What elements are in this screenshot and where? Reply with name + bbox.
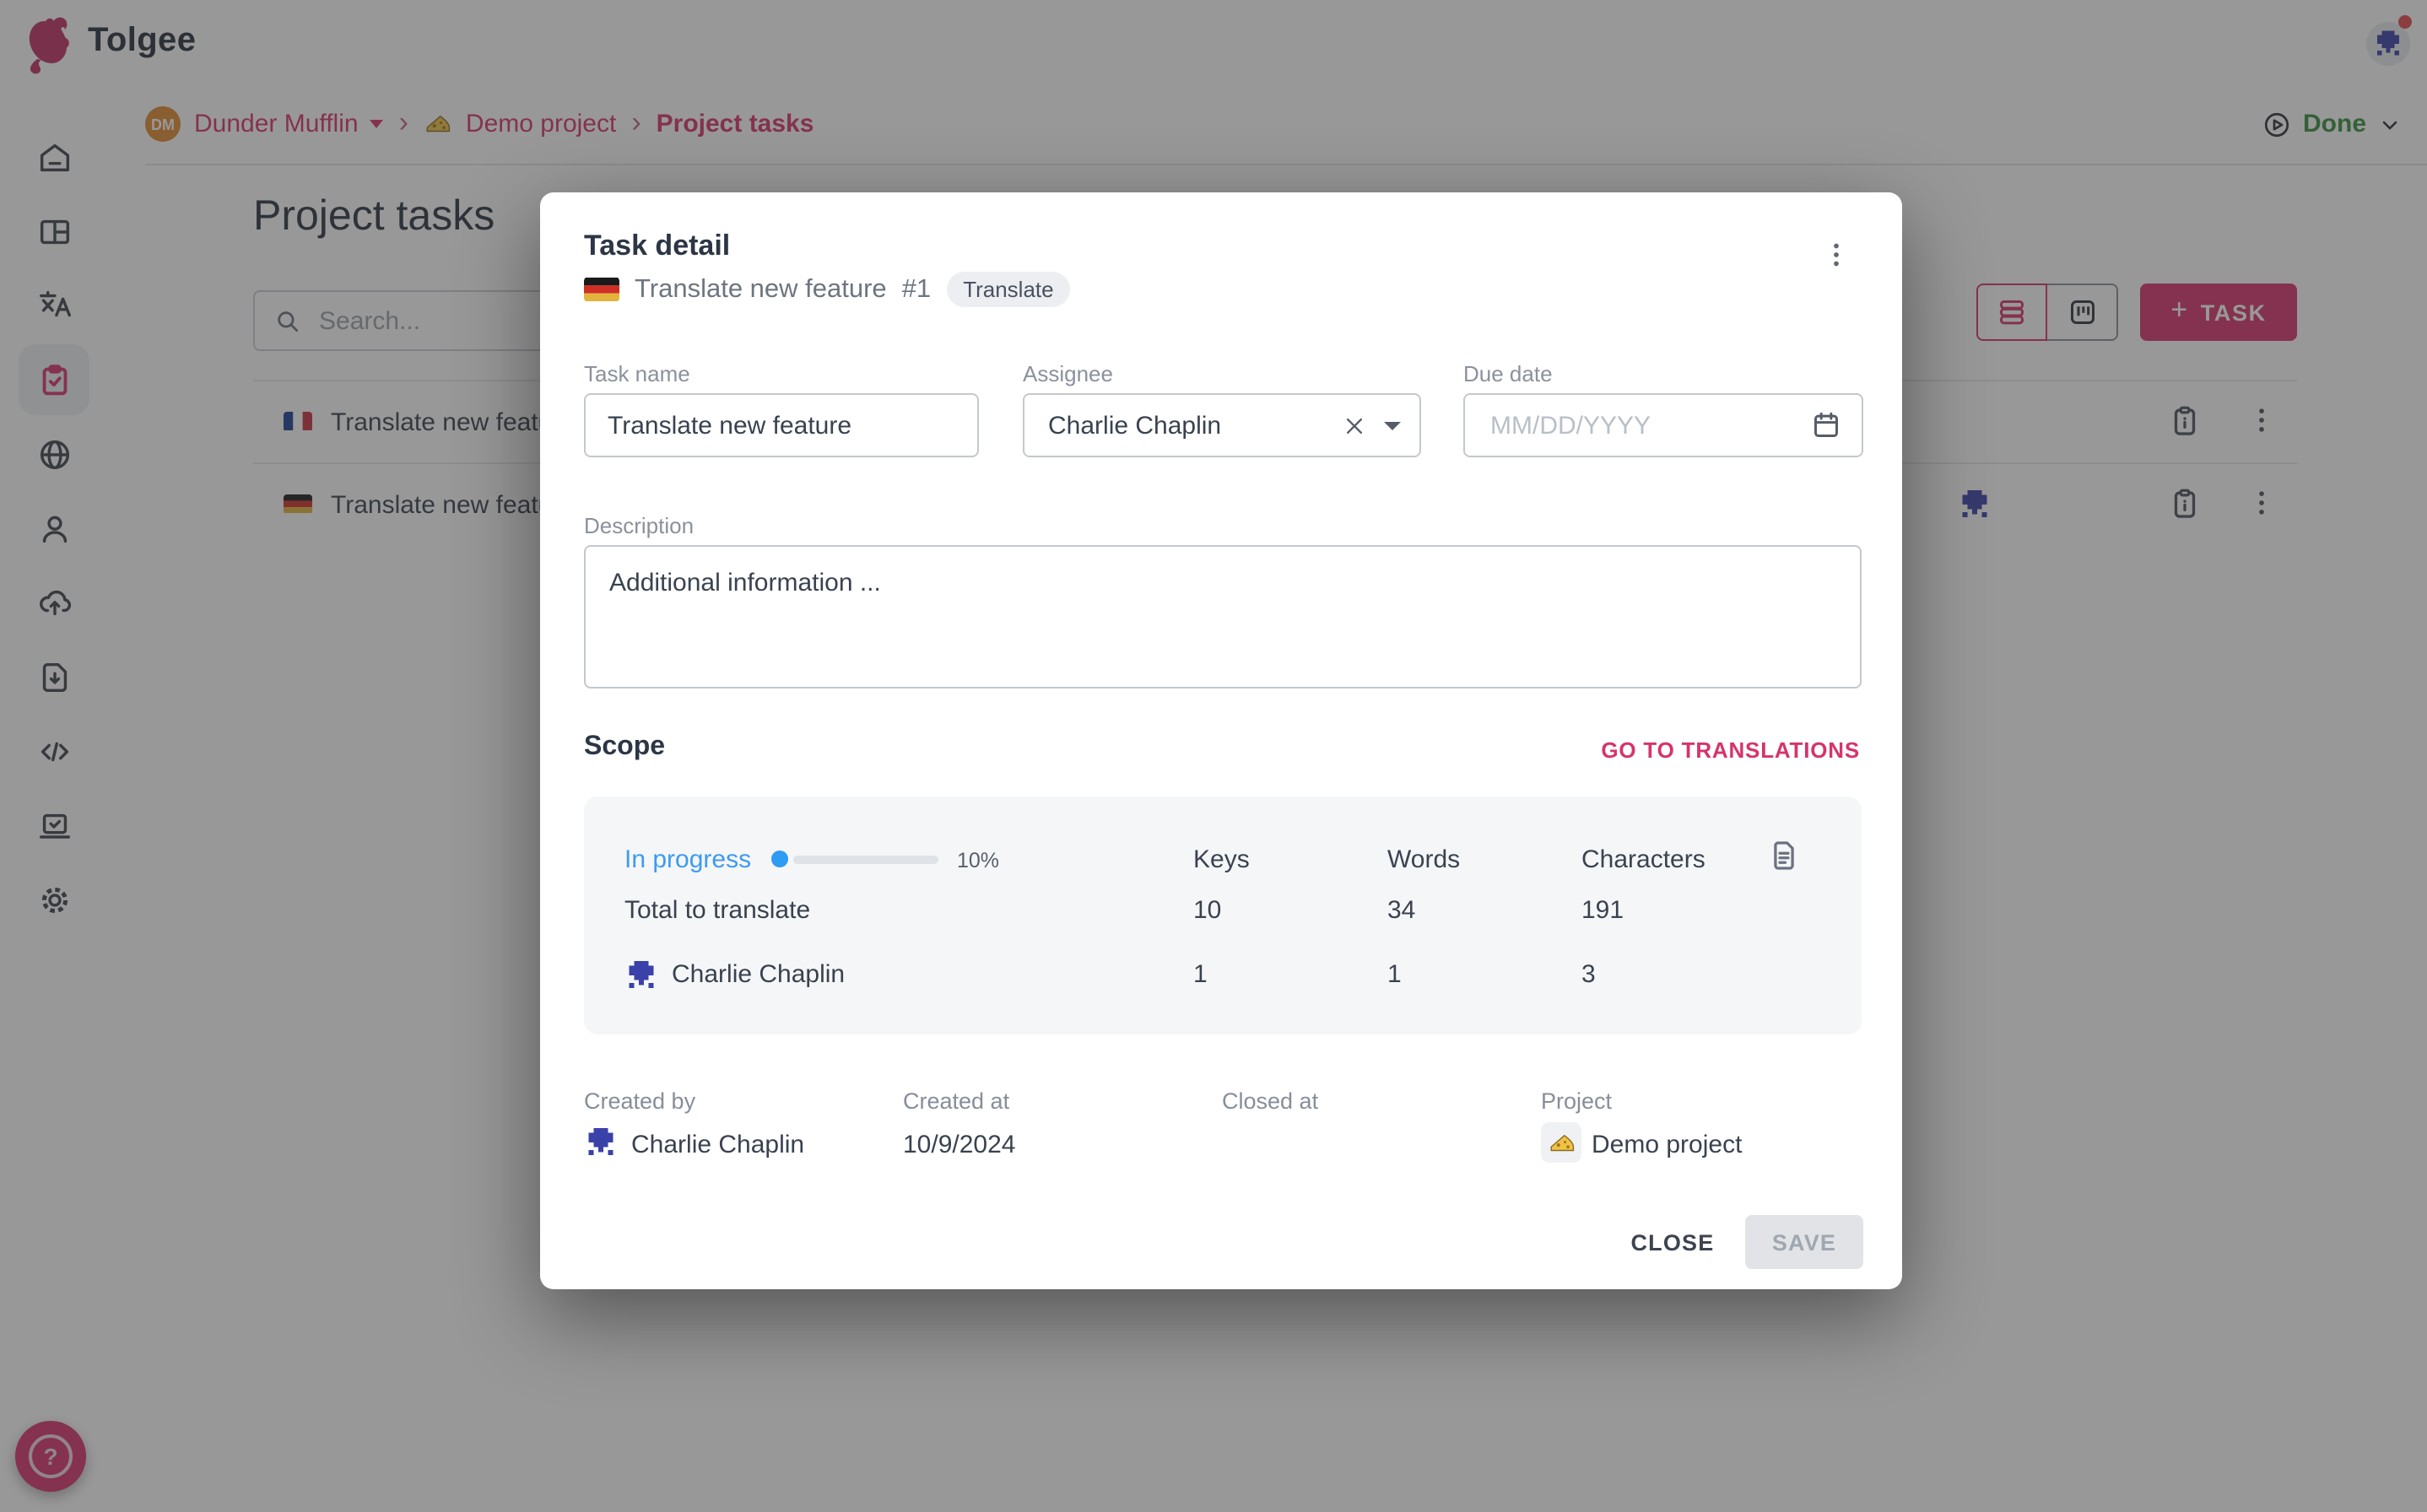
scope-row-label: Total to translate [624, 896, 810, 925]
go-to-translations-link[interactable]: GO TO TRANSLATIONS [1601, 737, 1860, 763]
task-summary: Translate new feature #1 Translate [584, 272, 1071, 307]
due-date-field [1463, 393, 1863, 457]
column-header-words: Words [1387, 845, 1460, 874]
select-caret-down-icon[interactable] [1384, 421, 1401, 429]
task-name-summary: Translate new feature [635, 274, 887, 305]
created-by-label: Created by [584, 1088, 695, 1114]
scope-total-keys: 10 [1193, 896, 1221, 925]
assignee-value: Charlie Chaplin [1048, 411, 1340, 440]
column-header-keys: Keys [1193, 845, 1250, 874]
closed-at-label: Closed at [1222, 1088, 1318, 1114]
scope-row-label: Charlie Chaplin [672, 960, 845, 989]
description-textarea[interactable]: Additional information ... [584, 545, 1862, 688]
flag-germany-icon [584, 277, 619, 302]
task-type-chip: Translate [946, 272, 1070, 307]
task-detail-modal: Task detail Translate new feature #1 Tra… [540, 192, 1902, 1289]
save-button[interactable]: SAVE [1745, 1215, 1863, 1269]
scope-card: In progress 10% Keys Words Characters To… [584, 796, 1862, 1034]
progress-fill [771, 850, 788, 867]
calendar-icon[interactable] [1809, 408, 1843, 442]
modal-title: Task detail [584, 230, 730, 263]
progress-track [793, 855, 938, 863]
task-number: #1 [902, 274, 932, 305]
assignee-avatar [624, 958, 658, 992]
task-status: In progress [624, 845, 751, 874]
scope-user-words: 1 [1387, 960, 1402, 989]
project-cheese-icon [1541, 1122, 1581, 1163]
created-by-value: Charlie Chaplin [631, 1131, 804, 1159]
due-date-input[interactable] [1487, 409, 1764, 441]
screen: Tolgee [0, 0, 2427, 1512]
modal-menu-icon[interactable] [1814, 233, 1858, 277]
creator-avatar [584, 1126, 618, 1159]
report-document-icon[interactable] [1765, 837, 1803, 874]
created-at-label: Created at [903, 1088, 1009, 1114]
progress-percent: 10% [957, 849, 999, 872]
scope-heading: Scope [584, 732, 665, 763]
assignee-select[interactable]: Charlie Chaplin [1023, 393, 1421, 457]
clear-assignee-icon[interactable] [1340, 411, 1369, 440]
description-label: Description [584, 513, 694, 538]
scope-total-characters: 191 [1581, 896, 1624, 925]
project-value[interactable]: Demo project [1592, 1131, 1742, 1159]
scope-user-keys: 1 [1193, 960, 1208, 989]
scope-user-characters: 3 [1581, 960, 1596, 989]
due-date-label: Due date [1463, 361, 1553, 386]
task-name-input[interactable] [584, 393, 979, 457]
created-at-value: 10/9/2024 [903, 1131, 1015, 1159]
scope-total-words: 34 [1387, 896, 1415, 925]
close-button[interactable]: CLOSE [1608, 1212, 1737, 1272]
column-header-characters: Characters [1581, 845, 1705, 874]
assignee-label: Assignee [1023, 361, 1113, 386]
task-name-label: Task name [584, 361, 690, 386]
project-label: Project [1541, 1088, 1612, 1114]
